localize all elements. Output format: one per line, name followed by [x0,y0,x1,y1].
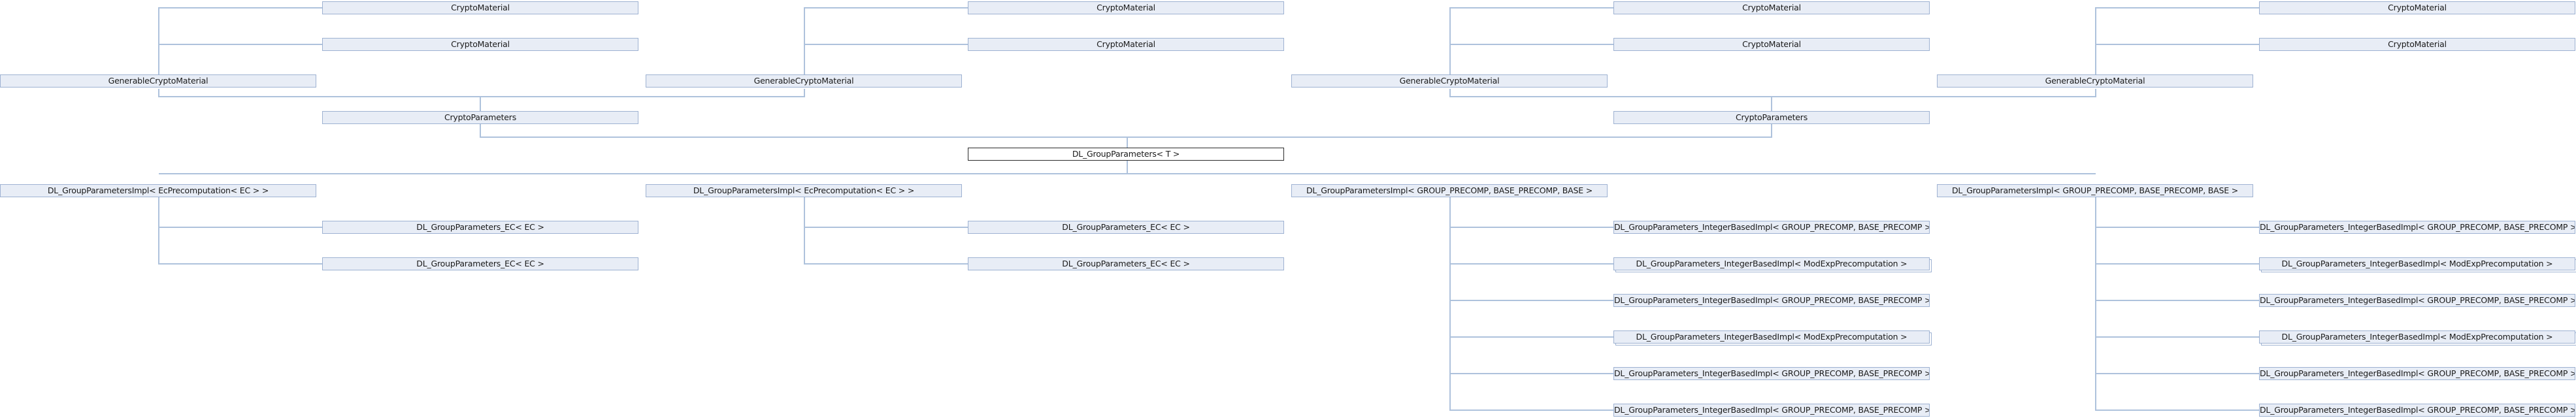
edge [1449,7,1613,78]
edge [158,197,322,265]
edge [159,161,1128,174]
edge [1772,89,2096,97]
edge [804,197,968,265]
class-node-dl-group-parameters-ec[interactable]: DL_GroupParameters_EC< EC > [968,257,1284,270]
class-node-dl-group-parameters-ec[interactable]: DL_GroupParameters_EC< EC > [322,221,638,234]
class-node-integer-based-impl[interactable]: DL_GroupParameters_IntegerBasedImpl< GRO… [2259,221,2575,234]
edge [158,7,322,78]
class-node-integer-based-impl[interactable]: DL_GroupParameters_IntegerBasedImpl< GRO… [1613,367,1930,380]
class-node-dl-group-parameters-impl[interactable]: DL_GroupParametersImpl< EcPrecomputation… [646,184,962,197]
class-node-generable-crypto-material[interactable]: GenerableCryptoMaterial [0,74,316,88]
class-node-dl-group-parameters-impl[interactable]: DL_GroupParametersImpl< GROUP_PRECOMP, B… [1291,184,1608,197]
edge [1449,197,1613,411]
edge [480,123,1128,148]
edge [2095,197,2259,411]
class-node-crypto-material[interactable]: CryptoMaterial [322,1,638,14]
class-node-integer-based-impl[interactable]: DL_GroupParameters_IntegerBasedImpl< Mod… [1613,330,1930,344]
edge [480,89,805,97]
class-node-dl-group-parameters-ec[interactable]: DL_GroupParameters_EC< EC > [968,221,1284,234]
class-node-dl-group-parameters-impl[interactable]: DL_GroupParametersImpl< GROUP_PRECOMP, B… [1937,184,2253,197]
class-node-integer-based-impl[interactable]: DL_GroupParameters_IntegerBasedImpl< Mod… [2259,330,2575,344]
class-node-integer-based-impl[interactable]: DL_GroupParameters_IntegerBasedImpl< GRO… [2259,294,2575,307]
class-node-crypto-material[interactable]: CryptoMaterial [968,1,1284,14]
class-node-crypto-material[interactable]: CryptoMaterial [2259,1,2575,14]
class-node-crypto-material[interactable]: CryptoMaterial [2259,38,2575,51]
class-node-crypto-parameters[interactable]: CryptoParameters [1613,111,1930,124]
class-node-generable-crypto-material[interactable]: GenerableCryptoMaterial [646,74,962,88]
edge [1449,89,1772,111]
class-node-dl-group-parameters-impl[interactable]: DL_GroupParametersImpl< EcPrecomputation… [0,184,316,197]
inheritance-edges [158,7,2259,411]
edge [2095,7,2259,78]
class-node-generable-crypto-material[interactable]: GenerableCryptoMaterial [1937,74,2253,88]
class-node-integer-based-impl[interactable]: DL_GroupParameters_IntegerBasedImpl< GRO… [2259,367,2575,380]
class-node-crypto-material[interactable]: CryptoMaterial [1613,1,1930,14]
class-node-generable-crypto-material[interactable]: GenerableCryptoMaterial [1291,74,1608,88]
class-node-dl-group-parameters-focus[interactable]: DL_GroupParameters< T > [968,148,1284,161]
class-node-integer-based-impl[interactable]: DL_GroupParameters_IntegerBasedImpl< GRO… [2259,404,2575,417]
edge [158,89,481,111]
class-node-crypto-material[interactable]: CryptoMaterial [1613,38,1930,51]
class-node-integer-based-impl[interactable]: DL_GroupParameters_IntegerBasedImpl< GRO… [1613,404,1930,417]
class-node-integer-based-impl[interactable]: DL_GroupParameters_IntegerBasedImpl< GRO… [1613,221,1930,234]
class-node-integer-based-impl[interactable]: DL_GroupParameters_IntegerBasedImpl< Mod… [1613,257,1930,270]
class-node-integer-based-impl[interactable]: DL_GroupParameters_IntegerBasedImpl< GRO… [1613,294,1930,307]
class-node-dl-group-parameters-ec[interactable]: DL_GroupParameters_EC< EC > [322,257,638,270]
class-node-crypto-parameters[interactable]: CryptoParameters [322,111,638,124]
class-node-crypto-material[interactable]: CryptoMaterial [968,38,1284,51]
edge [1127,123,1772,138]
class-node-integer-based-impl[interactable]: DL_GroupParameters_IntegerBasedImpl< Mod… [2259,257,2575,270]
class-node-crypto-material[interactable]: CryptoMaterial [322,38,638,51]
edge [804,7,968,78]
